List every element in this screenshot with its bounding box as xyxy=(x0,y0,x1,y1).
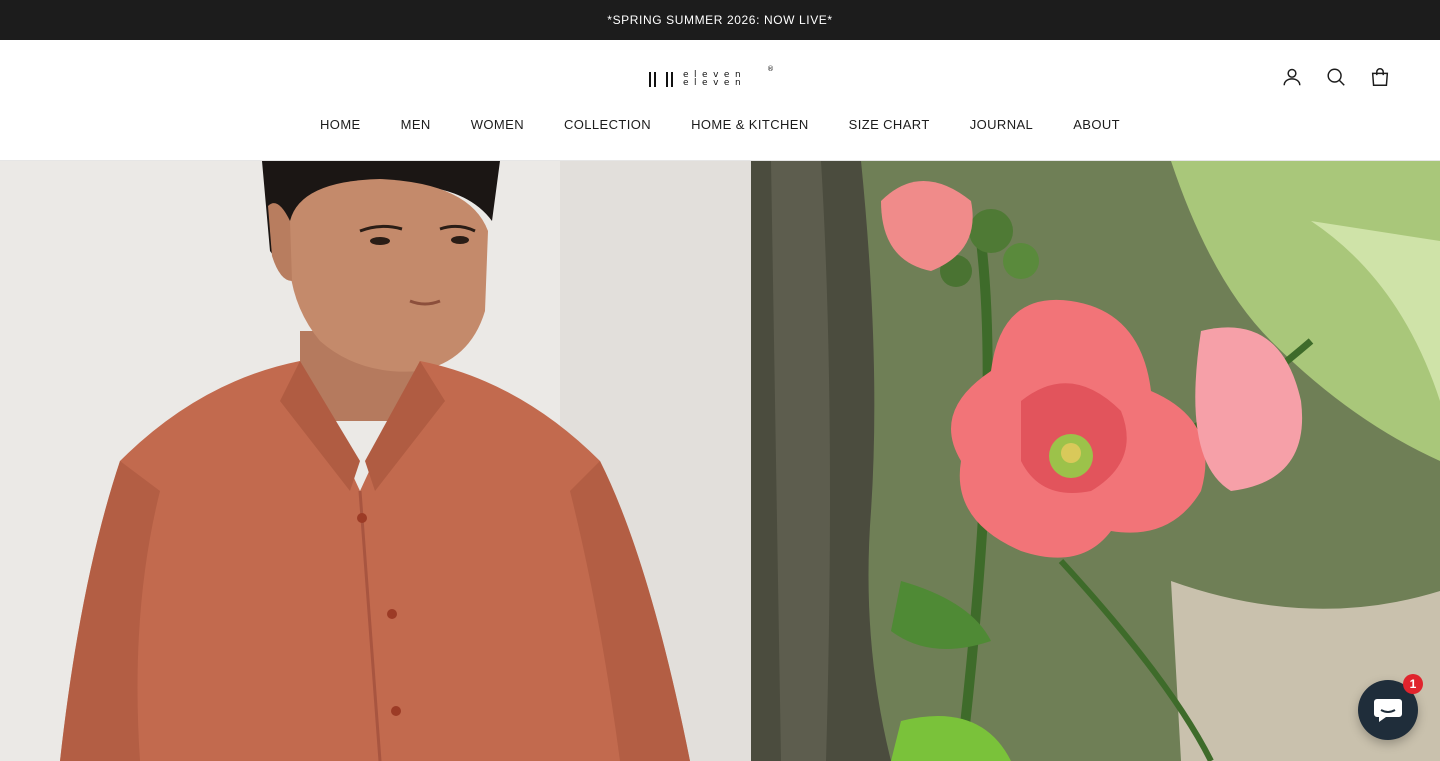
site-header: eleven eleven ® HOME MEN WOMEN COLLECTIO… xyxy=(0,40,1440,161)
nav-item-home-kitchen[interactable]: HOME & KITCHEN xyxy=(691,117,809,132)
nav-item-journal[interactable]: JOURNAL xyxy=(970,117,1033,132)
logo-line-2: eleven xyxy=(683,78,747,88)
logo-mark xyxy=(649,71,673,87)
logo-registered-mark: ® xyxy=(767,65,774,73)
nav-item-about[interactable]: ABOUT xyxy=(1073,117,1120,132)
hero-image-man-in-shirt[interactable] xyxy=(0,161,751,761)
header-icons xyxy=(1280,65,1392,89)
chat-bubble-icon xyxy=(1374,699,1402,722)
nav-item-size-chart[interactable]: SIZE CHART xyxy=(849,117,930,132)
nav-item-collection[interactable]: COLLECTION xyxy=(564,117,651,132)
cart-icon[interactable] xyxy=(1368,65,1392,89)
account-icon[interactable] xyxy=(1280,65,1304,89)
announcement-bar: *SPRING SUMMER 2026: NOW LIVE* xyxy=(0,0,1440,40)
hero-banner[interactable] xyxy=(0,161,1440,761)
logo-wordmark: eleven eleven ® xyxy=(683,65,774,90)
nav-item-women[interactable]: WOMEN xyxy=(471,117,524,132)
brand-logo[interactable]: eleven eleven ® xyxy=(649,65,791,90)
nav-item-men[interactable]: MEN xyxy=(401,117,431,132)
main-navigation: HOME MEN WOMEN COLLECTION HOME & KITCHEN… xyxy=(0,117,1440,132)
chat-notification-badge: 1 xyxy=(1403,674,1423,694)
hero-image-hollyhock-flower[interactable] xyxy=(751,161,1440,761)
announcement-text: *SPRING SUMMER 2026: NOW LIVE* xyxy=(607,13,833,27)
nav-item-home[interactable]: HOME xyxy=(320,117,361,132)
search-icon[interactable] xyxy=(1324,65,1348,89)
